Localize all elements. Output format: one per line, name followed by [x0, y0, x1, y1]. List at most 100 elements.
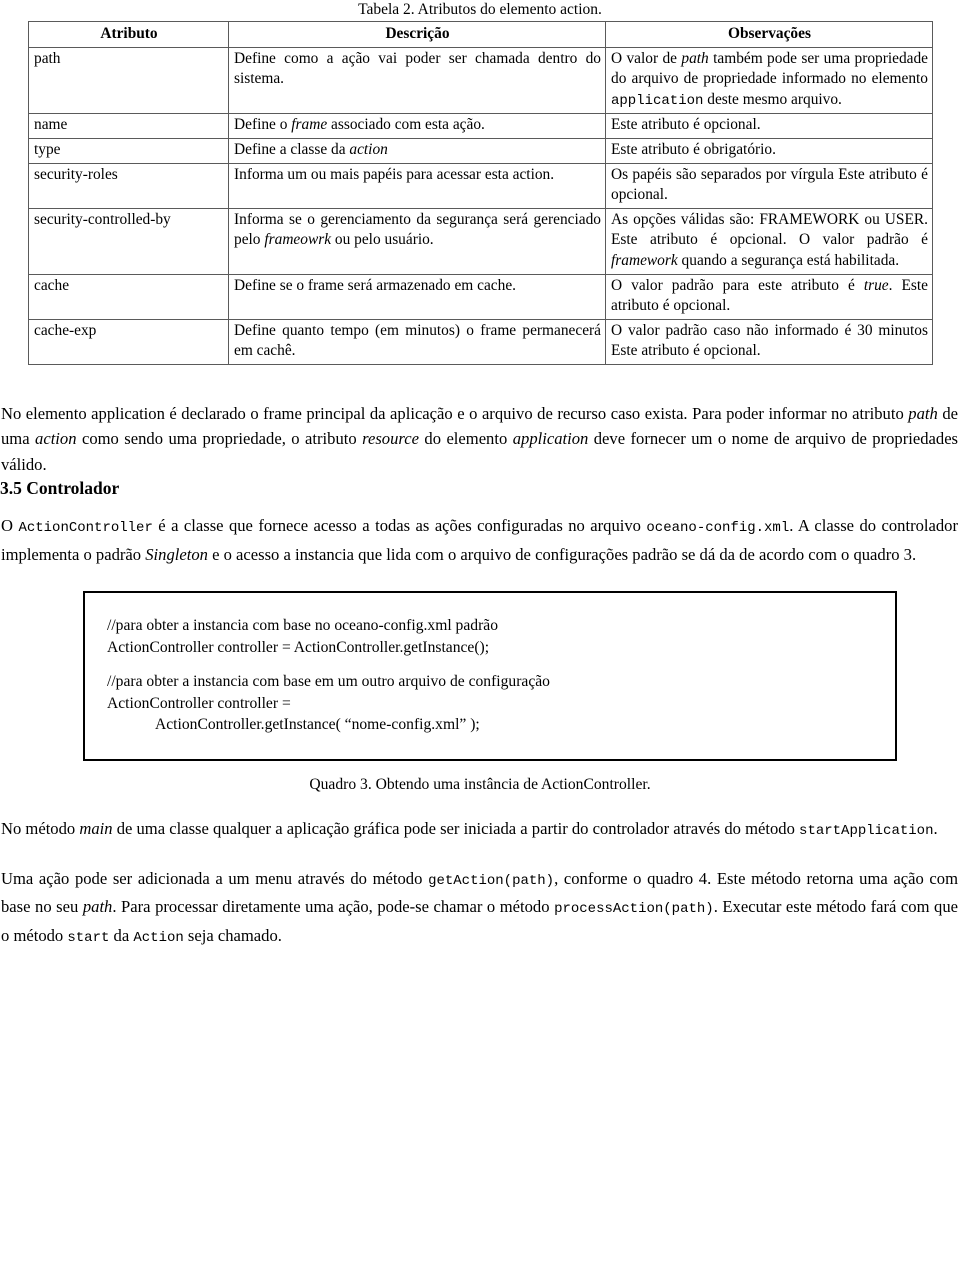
plain-text: do elemento — [418, 429, 513, 449]
code-line-4: ActionController controller = — [107, 694, 291, 712]
table-row: cache-exp Define quanto tempo (em minutos… — [28, 318, 933, 365]
code-line-1: //para obter a instancia com base no oce… — [107, 617, 498, 635]
cell-attribute: name — [28, 113, 229, 139]
plain-text: . Para processar diretamente uma ação, p… — [112, 897, 555, 917]
code-line-3: //para obter a instancia com base em um … — [107, 673, 550, 691]
plain-text: No método — [1, 819, 80, 839]
cell-attribute: cache — [28, 273, 229, 320]
italic-text: application — [512, 429, 589, 449]
cell-attribute: cache-exp — [28, 318, 229, 365]
plain-text: Define o — [234, 116, 292, 134]
italic-text: frameowrk — [264, 231, 332, 249]
code-text: oceano-config.xml — [646, 520, 790, 537]
italic-text: path — [908, 403, 938, 423]
code-text: application — [611, 92, 704, 109]
paragraph-actioncontroller: O ActionController é a classe que fornec… — [0, 513, 960, 567]
cell-attribute: security-roles — [28, 162, 229, 209]
column-header-observacoes: Observações — [605, 21, 933, 48]
plain-text: Os papéis são separados por vírgula Este… — [611, 165, 928, 204]
code-text: start — [67, 929, 110, 946]
italic-text: main — [79, 819, 113, 839]
italic-text: true — [863, 276, 889, 294]
plain-text: As opções válidas são: FRAMEWORK ou USER… — [611, 210, 928, 249]
code-text: getAction(path) — [428, 872, 555, 889]
plain-text: Este atributo é opcional. — [611, 116, 761, 134]
table-caption: Tabela 2. Atributos do elemento action. — [358, 1, 602, 18]
cell-attribute: security-controlled-by — [28, 207, 229, 275]
plain-text: Define a classe da — [234, 140, 350, 158]
paragraph-acao-menu: Uma ação pode ser adicionada a um menu a… — [0, 866, 960, 952]
plain-text: O valor padrão caso não informado é 30 m… — [611, 321, 928, 360]
paragraph-application: No elemento application é declarado o fr… — [0, 401, 960, 478]
plain-text: O valor padrão para este atributo é — [611, 276, 864, 294]
italic-text: path — [681, 49, 709, 67]
cell-description: Define quanto tempo (em minutos) o frame… — [228, 318, 606, 365]
cell-attribute: path — [28, 46, 229, 115]
plain-text: é a classe que fornece acesso a todas as… — [152, 516, 647, 536]
table-row: security-roles Informa um ou mais papéis … — [28, 162, 933, 209]
code-line-2: ActionController controller = ActionCont… — [107, 638, 490, 656]
plain-text: seja chamado. — [183, 925, 282, 945]
cell-description: Define como a ação vai poder ser chamada… — [228, 46, 606, 115]
cell-notes: Este atributo é obrigatório. — [605, 137, 933, 164]
code-box-quadro-3: //para obter a instancia com base no oce… — [83, 591, 897, 762]
table-row: name Define o frame associado com esta aç… — [28, 113, 933, 139]
italic-text: framework — [611, 251, 678, 269]
cell-notes: O valor padrão caso não informado é 30 m… — [605, 318, 933, 365]
plain-text: como sendo uma propriedade, o atributo — [76, 429, 363, 449]
cell-description: Define o frame associado com esta ação. — [228, 113, 606, 139]
table-body: path Define como a ação vai poder ser cha… — [28, 46, 933, 365]
code-text: ActionController — [18, 520, 153, 537]
plain-text: O valor de — [611, 49, 682, 67]
section-heading-controlador: 3.5 Controlador — [0, 478, 120, 499]
plain-text: Este atributo é obrigatório. — [611, 140, 776, 158]
cell-notes: Os papéis são separados por vírgula Este… — [605, 162, 933, 209]
italic-text: action — [349, 140, 388, 158]
cell-description: Informa um ou mais papéis para acessar e… — [228, 162, 606, 209]
attributes-table: Atributo Descrição Observações path Defin… — [28, 21, 933, 365]
plain-text: deste mesmo arquivo. — [703, 90, 842, 108]
plain-text: Informa um ou mais papéis para acessar e… — [234, 165, 555, 183]
plain-text: ou pelo usuário. — [331, 231, 434, 249]
italic-text: resource — [362, 429, 419, 449]
plain-text: No elemento application é declarado o fr… — [1, 403, 909, 423]
cell-attribute: type — [28, 137, 229, 164]
code-text: processAction(path) — [554, 901, 714, 918]
plain-text: Uma ação pode ser adicionada a um menu a… — [1, 868, 429, 888]
plain-text: . — [933, 819, 938, 839]
column-header-atributo: Atributo — [28, 21, 229, 48]
quadro-3-caption: Quadro 3. Obtendo uma instância de Actio… — [309, 776, 651, 794]
table-header-row: Atributo Descrição Observações — [28, 21, 933, 48]
table-row: path Define como a ação vai poder ser cha… — [28, 46, 933, 115]
italic-text: path — [82, 897, 113, 917]
italic-text: frame — [291, 116, 328, 134]
cell-notes: O valor de path também pode ser uma prop… — [605, 46, 933, 115]
cell-description: Informa se o gerenciamento da segurança … — [228, 207, 606, 275]
plain-text: Define se o frame será armazenado em cac… — [234, 276, 516, 294]
cell-description: Define se o frame será armazenado em cac… — [228, 273, 606, 320]
paragraph-metodo-main: No método main de uma classe qualquer a … — [0, 816, 960, 845]
italic-text: action — [35, 429, 77, 449]
plain-text: da — [109, 925, 134, 945]
italic-text: Singleton — [145, 544, 208, 564]
code-text: startApplication — [799, 823, 934, 840]
plain-text: associado com esta ação. — [327, 116, 485, 134]
cell-notes: Este atributo é opcional. — [605, 113, 933, 139]
code-text: Action — [133, 929, 184, 946]
plain-text: quando a segurança está habilitada. — [677, 251, 900, 269]
plain-text: O — [1, 516, 19, 536]
code-line-5: ActionController.getInstance( “nome-conf… — [155, 716, 480, 734]
plain-text: de uma classe qualquer a aplicação gráfi… — [112, 819, 800, 839]
table-row: cache Define se o frame será armazenado e… — [28, 273, 933, 320]
document-page: Tabela 2. Atributos do elemento action. … — [0, 0, 960, 1280]
cell-notes: As opções válidas são: FRAMEWORK ou USER… — [605, 207, 933, 275]
table-row: security-controlled-by Informa se o geren… — [28, 207, 933, 275]
plain-text: Define como a ação vai poder ser chamada… — [234, 49, 601, 88]
column-header-descricao: Descrição — [228, 21, 606, 48]
cell-description: Define a classe da action — [228, 137, 606, 164]
cell-notes: O valor padrão para este atributo é true… — [605, 273, 933, 320]
plain-text: e o acesso a instancia que lida com o ar… — [207, 544, 917, 564]
table-row: type Define a classe da action Este atribu… — [28, 137, 933, 164]
plain-text: Define quanto tempo (em minutos) o frame… — [234, 321, 601, 360]
